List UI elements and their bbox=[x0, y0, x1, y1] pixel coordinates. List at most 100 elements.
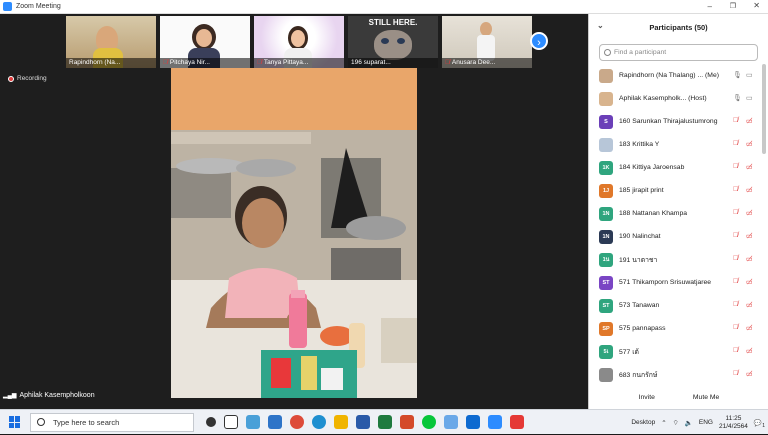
muted-mic-icon: 🎙̸ bbox=[733, 140, 739, 147]
participant-row[interactable]: 1น 191 นาตาชา 🎙̸ ▭̸ bbox=[589, 248, 761, 271]
video-thumbnail[interactable]: 🎙̸ Anusara Dee... bbox=[442, 16, 532, 68]
participant-row[interactable]: ST 571 Thikamporn Srisuwatjaree 🎙̸ ▭̸ bbox=[589, 271, 761, 294]
participant-name: 183 Krittika Y bbox=[619, 141, 660, 148]
avatar: 1น bbox=[599, 252, 613, 267]
video-thumbnail[interactable]: 🎙̸ Tanya Pittaya... bbox=[254, 16, 344, 68]
muted-mic-icon: 🎙̸ bbox=[733, 370, 739, 377]
video-thumbnail[interactable]: STILL HERE. 196 suparat... bbox=[348, 16, 438, 68]
participant-search-input[interactable]: Find a participant bbox=[599, 44, 758, 61]
cortana-icon[interactable] bbox=[206, 417, 216, 427]
app-icon[interactable] bbox=[444, 415, 458, 429]
muted-mic-icon: 🎙̸ bbox=[733, 232, 739, 239]
thumbnail-overlay-text: STILL HERE. bbox=[368, 18, 418, 27]
avatar: 1N bbox=[599, 206, 613, 221]
camera-off-icon: ▭̸ bbox=[746, 256, 753, 263]
participant-row[interactable]: S 160 Sarunkan Thirajalustumrong 🎙̸ ▭̸ bbox=[589, 110, 761, 133]
participant-name: 160 Sarunkan Thirajalustumrong bbox=[619, 118, 718, 125]
participant-row[interactable]: ST 573 Tanawan 🎙̸ ▭̸ bbox=[589, 294, 761, 317]
speaker-video-frame bbox=[171, 68, 417, 398]
avatar: S bbox=[599, 114, 613, 129]
mute-me-button[interactable]: Mute Me bbox=[693, 394, 719, 401]
powerpoint-icon[interactable] bbox=[400, 415, 414, 429]
invite-button[interactable]: Invite bbox=[639, 394, 655, 401]
chevron-down-icon[interactable]: ⌄ bbox=[597, 21, 604, 30]
participants-actions: Invite Mute Me bbox=[589, 394, 768, 401]
participant-row[interactable]: Aphilak Kasempholk... (Host) 🎙 ▭ bbox=[589, 87, 761, 110]
muted-mic-icon: 🎙̸ bbox=[733, 301, 739, 308]
muted-mic-icon: 🎙̸ bbox=[733, 117, 739, 124]
chevron-up-icon[interactable]: ⌃ bbox=[661, 419, 666, 427]
participant-name: Rapindhorn (Na Thalang) ... (Me) bbox=[619, 72, 719, 79]
minimize-button[interactable]: – bbox=[708, 2, 712, 11]
excel-icon[interactable] bbox=[378, 415, 392, 429]
participant-name: 571 Thikamporn Srisuwatjaree bbox=[619, 279, 712, 286]
camera-off-icon: ▭̸ bbox=[746, 302, 753, 309]
participant-name: 573 Tanawan bbox=[619, 302, 660, 309]
camera-off-icon: ▭̸ bbox=[746, 348, 753, 355]
muted-mic-icon: 🎙̸ bbox=[733, 186, 739, 193]
active-speaker-label: ▂▄▆ Aphilak Kasempholkoon bbox=[3, 392, 95, 399]
participant-name: 184 Kittiya Jaroensab bbox=[619, 164, 685, 171]
participant-row[interactable]: 1J 185 jirapit print 🎙̸ ▭̸ bbox=[589, 179, 761, 202]
participant-row[interactable]: Rapindhorn (Na Thalang) ... (Me) 🎙 ▭ bbox=[589, 64, 761, 87]
maximize-button[interactable]: ❐ bbox=[730, 2, 736, 10]
zoom-icon[interactable] bbox=[488, 415, 502, 429]
word-icon[interactable] bbox=[356, 415, 370, 429]
thumbnail-name: 🎙̸ Anusara Dee... bbox=[442, 58, 532, 68]
participant-row[interactable]: 5เ 577 เต้ 🎙̸ ▭̸ bbox=[589, 340, 761, 363]
app-icon[interactable] bbox=[268, 415, 282, 429]
close-button[interactable]: ✕ bbox=[753, 1, 760, 10]
participant-name: 190 Nalinchat bbox=[619, 233, 661, 240]
muted-mic-icon: 🎙̸ bbox=[257, 59, 262, 66]
network-icon[interactable]: ⌔ bbox=[673, 418, 679, 427]
avatar bbox=[599, 137, 613, 152]
participant-row[interactable]: SP 575 pannapass 🎙̸ ▭̸ bbox=[589, 317, 761, 340]
participants-title: Participants (50) bbox=[649, 22, 708, 32]
muted-mic-icon: 🎙̸ bbox=[733, 278, 739, 285]
app-icon[interactable] bbox=[246, 415, 260, 429]
recording-label: Recording bbox=[17, 75, 47, 82]
language-indicator[interactable]: ENG bbox=[699, 419, 713, 426]
next-page-button[interactable]: › bbox=[530, 32, 548, 50]
avatar bbox=[599, 91, 613, 106]
avatar: 5เ bbox=[599, 344, 613, 359]
edge-icon[interactable] bbox=[312, 415, 326, 429]
volume-icon[interactable]: 🔈 bbox=[685, 419, 693, 427]
participants-scrollbar[interactable] bbox=[762, 64, 766, 154]
participant-name: 191 นาตาชา bbox=[619, 257, 658, 264]
participant-row[interactable]: 1N 188 Nattanan Khampa 🎙̸ ▭̸ bbox=[589, 202, 761, 225]
muted-mic-icon: 🎙̸ bbox=[733, 255, 739, 262]
app-icon[interactable] bbox=[510, 415, 524, 429]
clock[interactable]: 11:25 21/4/2564 bbox=[719, 415, 748, 431]
muted-mic-icon: 🎙̸ bbox=[733, 347, 739, 354]
participant-row[interactable]: 1K 184 Kittiya Jaroensab 🎙̸ ▭̸ bbox=[589, 156, 761, 179]
video-thumbnail[interactable]: Rapindhorn (Na... bbox=[66, 16, 156, 68]
camera-off-icon: ▭̸ bbox=[746, 233, 753, 240]
line-icon[interactable] bbox=[422, 415, 436, 429]
muted-mic-icon: 🎙̸ bbox=[445, 59, 450, 66]
notification-icon[interactable]: 💬 1 bbox=[754, 419, 765, 429]
camera-icon: ▭ bbox=[746, 72, 753, 79]
desktop-toolbar-label[interactable]: Desktop bbox=[631, 419, 655, 426]
thumbnail-strip: Rapindhorn (Na... 🎙̸ Pitchaya Nir... 🎙̸ Ta… bbox=[66, 16, 532, 68]
mail-icon[interactable] bbox=[466, 415, 480, 429]
thumbnail-name: 196 suparat... bbox=[348, 58, 438, 68]
search-icon bbox=[37, 418, 45, 426]
participant-row[interactable]: 683 กนกรักษ์ 🎙̸ ▭̸ bbox=[589, 363, 761, 386]
camera-off-icon: ▭̸ bbox=[746, 118, 753, 125]
task-view-icon[interactable] bbox=[224, 415, 238, 429]
video-thumbnail[interactable]: 🎙̸ Pitchaya Nir... bbox=[160, 16, 250, 68]
participant-name: 188 Nattanan Khampa bbox=[619, 210, 688, 217]
participant-row[interactable]: 1N 190 Nalinchat 🎙̸ ▭̸ bbox=[589, 225, 761, 248]
windows-start-icon[interactable] bbox=[9, 416, 21, 428]
file-explorer-icon[interactable] bbox=[334, 415, 348, 429]
taskbar-search-input[interactable]: Type here to search bbox=[30, 412, 194, 432]
chrome-icon[interactable] bbox=[290, 415, 304, 429]
zoom-logo-icon bbox=[3, 2, 12, 11]
camera-off-icon: ▭̸ bbox=[746, 187, 753, 194]
camera-off-icon: ▭̸ bbox=[746, 210, 753, 217]
avatar bbox=[599, 367, 613, 382]
participant-name: 575 pannapass bbox=[619, 325, 666, 332]
mic-icon: 🎙 bbox=[733, 95, 742, 102]
participant-row[interactable]: 183 Krittika Y 🎙̸ ▭̸ bbox=[589, 133, 761, 156]
